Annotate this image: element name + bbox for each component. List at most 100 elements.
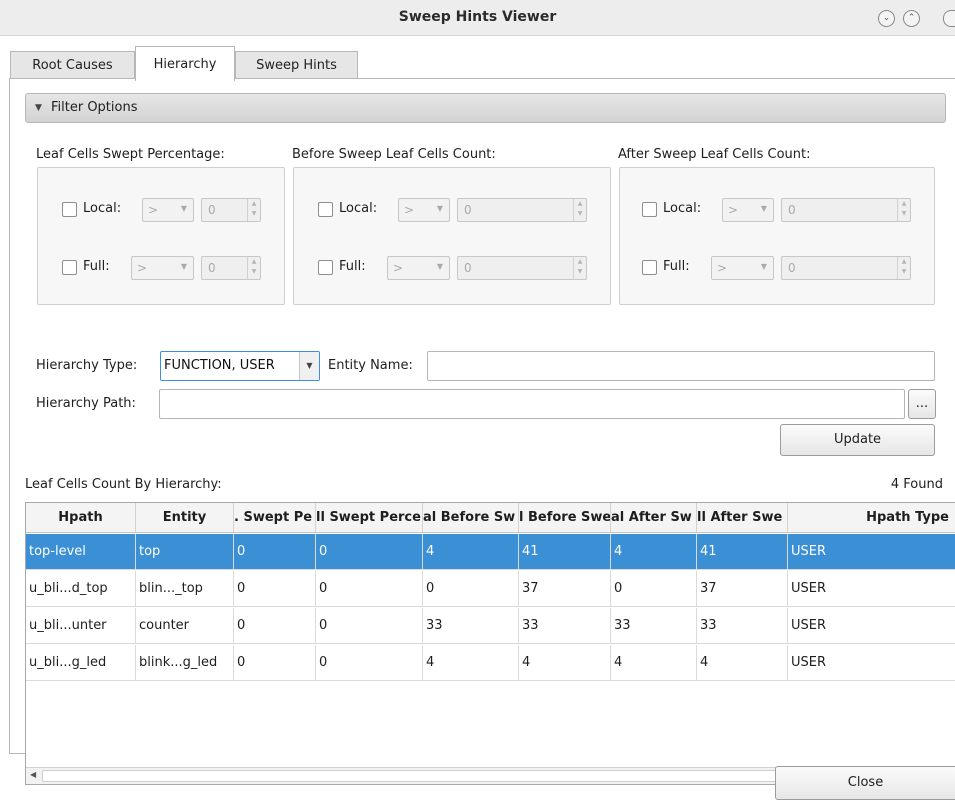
cell-full-before: 4: [519, 645, 611, 681]
cell-hpath: top-level: [26, 534, 136, 570]
swept-percentage-label: Leaf Cells Swept Percentage:: [36, 147, 225, 162]
hierarchy-path-input[interactable]: [159, 389, 905, 419]
after-local-value[interactable]: 0 ▲ ▼: [781, 198, 911, 222]
cell-full-before: 41: [519, 534, 611, 570]
before-local-value[interactable]: 0 ▲ ▼: [457, 198, 587, 222]
col-entity[interactable]: Entity: [136, 503, 234, 533]
cell-entity: counter: [136, 608, 234, 644]
scrollbar-thumb[interactable]: [42, 770, 892, 782]
after-full-checkbox[interactable]: [642, 260, 657, 275]
tab-sweep-hints[interactable]: Sweep Hints: [235, 51, 358, 80]
close-window-icon[interactable]: [943, 10, 955, 27]
spin-arrows-icon: ▲ ▼: [897, 199, 910, 221]
col-full-swept[interactable]: ll Swept Perce: [316, 503, 423, 533]
cell-hpath: u_bli...g_led: [26, 645, 136, 681]
before-full-value[interactable]: 0 ▲ ▼: [457, 256, 587, 280]
cell-full-swept: 0: [316, 645, 423, 681]
cell-local-after: 4: [611, 645, 697, 681]
spin-arrows-icon: ▲ ▼: [573, 199, 586, 221]
before-local-operator[interactable]: > ▼: [398, 198, 450, 222]
after-sweep-group: Local: > ▼ 0 ▲ ▼ Full: > ▼ 0 ▲ ▼: [619, 167, 935, 305]
scroll-left-icon[interactable]: ◀: [30, 770, 36, 779]
cell-entity: blink...g_led: [136, 645, 234, 681]
col-full-after[interactable]: ll After Swe: [697, 503, 788, 533]
cell-local-swept: 0: [234, 645, 316, 681]
before-full-value-text: 0: [464, 261, 472, 275]
spin-arrows-icon: ▲ ▼: [573, 257, 586, 279]
chevron-down-icon: ▼: [180, 204, 187, 213]
cell-local-swept: 0: [234, 608, 316, 644]
table-row[interactable]: u_bli...unter counter 0 0 33 33 33 33 US…: [26, 608, 955, 644]
col-local-swept[interactable]: . Swept Pe: [234, 503, 316, 533]
browse-path-button[interactable]: ...: [908, 389, 936, 419]
swept-local-checkbox[interactable]: [62, 202, 77, 217]
swept-local-value[interactable]: 0 ▲ ▼: [201, 198, 261, 222]
before-local-row: Local: > ▼ 0 ▲ ▼: [294, 198, 610, 222]
cell-hpath: u_bli...d_top: [26, 571, 136, 607]
dialog-body: Root Causes Hierarchy Sweep Hints ▼ Filt…: [9, 44, 955, 785]
after-full-operator-value: >: [717, 261, 728, 275]
close-button[interactable]: Close: [775, 766, 955, 800]
after-local-operator-value: >: [728, 203, 739, 217]
cell-hpath-type: USER: [791, 618, 827, 633]
swept-local-operator[interactable]: > ▼: [142, 198, 194, 222]
after-local-checkbox[interactable]: [642, 202, 657, 217]
chevron-down-icon: ▼: [180, 262, 187, 271]
col-hpath[interactable]: Hpath: [26, 503, 136, 533]
before-full-checkbox[interactable]: [318, 260, 333, 275]
swept-full-label: Full:: [83, 259, 110, 274]
table-row[interactable]: top-level top 0 0 4 41 4 41 USER: [26, 534, 955, 570]
chevron-down-icon: ▼: [436, 262, 443, 271]
filter-options-label: Filter Options: [51, 100, 138, 115]
before-full-operator-value: >: [393, 261, 404, 275]
before-full-row: Full: > ▼ 0 ▲ ▼: [294, 256, 610, 280]
spin-arrows-icon: ▲ ▼: [247, 199, 260, 221]
swept-full-value-text: 0: [208, 261, 216, 275]
before-full-label: Full:: [339, 259, 366, 274]
after-local-label: Local:: [663, 201, 702, 216]
cell-entity: top: [136, 534, 234, 570]
swept-full-operator[interactable]: > ▼: [131, 256, 194, 280]
found-count: 4 Found: [890, 477, 943, 492]
swept-percentage-group: Local: > ▼ 0 ▲ ▼ Full: > ▼ 0 ▲ ▼: [37, 167, 285, 305]
after-local-row: Local: > ▼ 0 ▲ ▼: [620, 198, 934, 222]
before-sweep-label: Before Sweep Leaf Cells Count:: [292, 147, 496, 162]
chevron-down-icon: ▼: [436, 204, 443, 213]
table-title: Leaf Cells Count By Hierarchy:: [25, 477, 222, 492]
col-local-before[interactable]: al Before Sw: [423, 503, 519, 533]
swept-local-value-text: 0: [208, 203, 216, 217]
swept-local-operator-value: >: [148, 203, 159, 217]
chevron-down-icon: ▼: [760, 204, 767, 213]
maximize-icon[interactable]: ⌃: [903, 10, 920, 27]
entity-name-input[interactable]: [427, 351, 935, 381]
cell-local-before: 4: [423, 534, 519, 570]
title-bar: Sweep Hints Viewer ⌄ ⌃: [0, 0, 955, 36]
hierarchy-type-value: FUNCTION, USER: [164, 358, 275, 373]
cell-entity: blin..._top: [136, 571, 234, 607]
before-full-operator[interactable]: > ▼: [387, 256, 450, 280]
after-full-operator[interactable]: > ▼: [711, 256, 774, 280]
after-full-value[interactable]: 0 ▲ ▼: [781, 256, 911, 280]
col-local-after[interactable]: al After Sw: [611, 503, 697, 533]
cell-local-before: 33: [423, 608, 519, 644]
table-row[interactable]: u_bli...d_top blin..._top 0 0 0 37 0 37 …: [26, 571, 955, 607]
chevron-down-icon: ▼: [299, 352, 319, 380]
after-local-operator[interactable]: > ▼: [722, 198, 774, 222]
col-hpath-type[interactable]: Hpath Type: [788, 503, 955, 533]
swept-local-label: Local:: [83, 201, 122, 216]
table-row[interactable]: u_bli...g_led blink...g_led 0 0 4 4 4 4 …: [26, 645, 955, 681]
update-button[interactable]: Update: [780, 424, 935, 456]
hierarchy-path-label: Hierarchy Path:: [36, 396, 136, 411]
before-local-checkbox[interactable]: [318, 202, 333, 217]
cell-hpath-type: USER: [791, 581, 827, 596]
filter-options-header[interactable]: ▼ Filter Options: [25, 93, 946, 123]
after-local-value-text: 0: [788, 203, 796, 217]
swept-full-value[interactable]: 0 ▲ ▼: [201, 256, 261, 280]
minimize-icon[interactable]: ⌄: [878, 10, 895, 27]
hierarchy-type-select[interactable]: FUNCTION, USER ▼: [160, 351, 320, 381]
col-full-before[interactable]: l Before Swe: [519, 503, 611, 533]
cell-local-before: 0: [423, 571, 519, 607]
swept-full-checkbox[interactable]: [62, 260, 77, 275]
tab-root-causes[interactable]: Root Causes: [10, 51, 135, 80]
tab-hierarchy[interactable]: Hierarchy: [135, 46, 235, 81]
